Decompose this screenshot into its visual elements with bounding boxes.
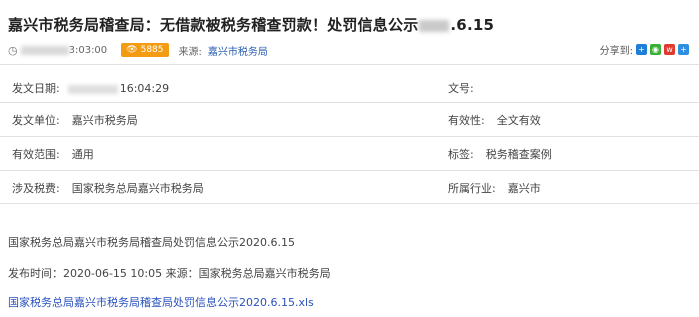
tax-value: 国家税务总局嘉兴市税务局 <box>71 182 204 195</box>
share-bar: 分享到: + ◉ w + <box>600 42 689 57</box>
scope-value: 通用 <box>71 148 94 161</box>
tags-value: 税务稽查案例 <box>485 148 552 161</box>
issue-date-label: 发文日期: <box>12 82 60 95</box>
content-heading: 国家税务总局嘉兴市税务局稽查局处罚信息公示2020.6.15 <box>8 236 295 249</box>
views-badge: 👁 5885 <box>121 43 169 57</box>
more-share-icon[interactable]: + <box>678 44 689 55</box>
redacted-year <box>419 19 450 32</box>
scope-label: 有效范围: <box>12 148 60 161</box>
title-text: 嘉兴市税务局稽查局：无借款被税务稽查罚款！处罚信息公示 <box>8 16 419 34</box>
page-title: 嘉兴市税务局稽查局：无借款被税务稽查罚款！处罚信息公示 .6.15 <box>8 14 608 35</box>
content-publish-info: 发布时间：2020-06-15 10:05 来源：国家税务总局嘉兴市税务局 <box>8 267 331 280</box>
source-link[interactable]: 嘉兴市税务局 <box>208 43 268 58</box>
attachment-link[interactable]: 国家税务总局嘉兴市税务局稽查局处罚信息公示2020.6.15.xls <box>8 294 314 310</box>
views-count: 5885 <box>140 45 164 55</box>
redacted-issue-date <box>67 84 118 94</box>
doc-no-label: 文号: <box>448 82 474 95</box>
issue-date-value: 16:04:29 <box>119 82 170 95</box>
issuer-value: 嘉兴市税务局 <box>71 114 138 127</box>
title-date-suffix: .6.15 <box>450 16 495 34</box>
info-row-scope: 有效范围: 通用 标签: 税务稽查案例 <box>8 137 688 168</box>
eye-icon: 👁 <box>126 45 138 55</box>
issuer-label: 发文单位: <box>12 114 60 127</box>
source-label: 来源: <box>178 46 202 58</box>
article-meta: ◷ 3:03:00 👁 5885 来源: 嘉兴市税务局 <box>8 42 268 58</box>
weibo-icon[interactable]: w <box>664 44 675 55</box>
tags-label: 标签: <box>448 148 474 161</box>
share-label: 分享到: <box>599 46 633 57</box>
clock-icon: ◷ <box>8 43 18 57</box>
qzone-icon[interactable]: + <box>636 44 647 55</box>
redacted-date <box>20 45 69 55</box>
wechat-icon[interactable]: ◉ <box>650 44 661 55</box>
divider <box>0 203 699 204</box>
industry-value: 嘉兴市 <box>507 182 541 195</box>
info-row-date: 发文日期: 16:04:29 文号: <box>8 71 688 102</box>
industry-label: 所属行业: <box>448 182 496 195</box>
publish-time: 3:03:00 <box>68 44 108 56</box>
info-row-tax: 涉及税费: 国家税务总局嘉兴市税务局 所属行业: 嘉兴市 <box>8 171 688 202</box>
validity-label: 有效性: <box>448 114 485 127</box>
divider <box>0 64 699 65</box>
validity-value: 全文有效 <box>496 114 541 127</box>
info-row-issuer: 发文单位: 嘉兴市税务局 有效性: 全文有效 <box>8 103 688 134</box>
tax-label: 涉及税费: <box>12 182 60 195</box>
